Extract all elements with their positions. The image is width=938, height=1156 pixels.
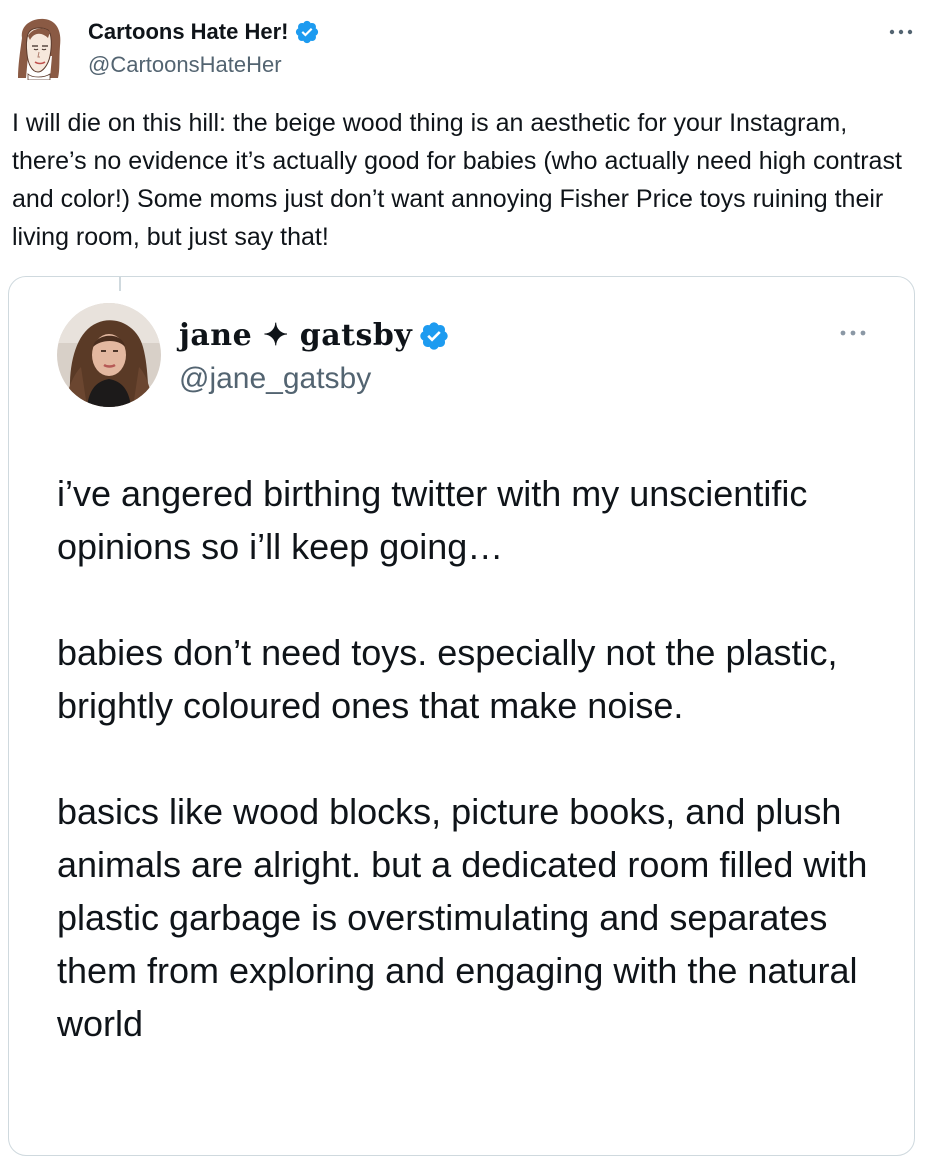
- author-name-row: Cartoons Hate Her!: [88, 18, 320, 46]
- author-name[interactable]: Cartoons Hate Her!: [88, 18, 288, 46]
- quoted-author-handle[interactable]: @jane_gatsby: [179, 361, 371, 397]
- verified-badge-icon: [418, 320, 450, 352]
- quoted-more-options-icon[interactable]: [835, 325, 871, 341]
- quoted-paragraph: babies don’t need toys. especially not t…: [57, 632, 838, 726]
- quoted-author-name[interactable]: jane ✦ gatsby: [179, 317, 412, 355]
- quoted-tweet-card[interactable]: jane ✦ gatsby @jane_gatsby i’ve angered …: [8, 276, 915, 1156]
- thread-connector: [119, 277, 121, 291]
- quoted-author-name-row: jane ✦ gatsby: [179, 317, 450, 355]
- author-avatar[interactable]: [14, 16, 64, 81]
- quoted-paragraph: basics like wood blocks, picture books, …: [57, 791, 868, 1044]
- more-options-icon[interactable]: [886, 22, 916, 42]
- profile-photo-avatar-icon: [57, 303, 161, 407]
- author-handle[interactable]: @CartoonsHateHer: [88, 52, 282, 78]
- tweet: Cartoons Hate Her! @CartoonsHateHer I wi…: [0, 0, 938, 1156]
- tweet-text: I will die on this hill: the beige wood …: [12, 109, 902, 251]
- illustrated-woman-avatar-icon: [18, 18, 61, 81]
- quoted-author-avatar[interactable]: [57, 303, 161, 407]
- quoted-tweet-body: i’ve angered birthing twitter with my un…: [57, 467, 887, 1103]
- verified-badge-icon: [294, 19, 320, 45]
- quoted-paragraph: i’ve angered birthing twitter with my un…: [57, 473, 808, 567]
